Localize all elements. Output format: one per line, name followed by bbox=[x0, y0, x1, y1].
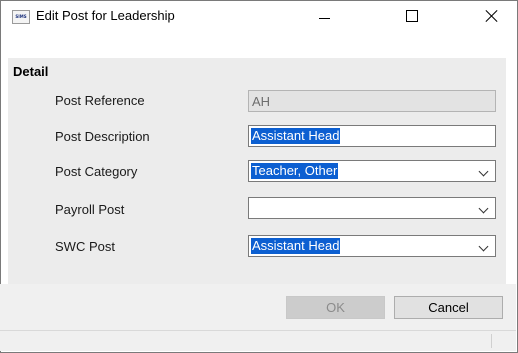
maximize-button[interactable] bbox=[389, 1, 435, 31]
close-button[interactable] bbox=[469, 1, 515, 31]
window-title: Edit Post for Leadership bbox=[36, 8, 175, 23]
post-reference-value: AH bbox=[252, 94, 271, 109]
chevron-down-icon bbox=[478, 241, 489, 252]
post-description-value: Assistant Head bbox=[251, 128, 341, 144]
post-reference-label: Post Reference bbox=[55, 93, 145, 108]
cancel-button[interactable]: Cancel bbox=[394, 296, 503, 319]
post-description-input[interactable]: Assistant Head bbox=[248, 125, 496, 147]
swc-post-label: SWC Post bbox=[55, 239, 115, 254]
maximize-icon bbox=[406, 10, 418, 22]
chevron-down-icon bbox=[478, 166, 489, 177]
title-bar[interactable]: SIMS Edit Post for Leadership bbox=[1, 1, 517, 31]
ok-button[interactable]: OK bbox=[286, 296, 385, 319]
minimize-icon bbox=[318, 17, 330, 19]
status-separator bbox=[491, 334, 492, 348]
chevron-down-icon bbox=[478, 203, 489, 214]
post-category-label: Post Category bbox=[55, 164, 138, 179]
post-reference-field: AH bbox=[248, 90, 496, 112]
swc-post-dropdown[interactable]: Assistant Head bbox=[248, 235, 496, 257]
sims-app-icon: SIMS bbox=[12, 10, 30, 24]
detail-section-header: Detail bbox=[13, 64, 49, 79]
post-category-value: Teacher, Other bbox=[251, 163, 339, 179]
swc-post-value: Assistant Head bbox=[251, 238, 341, 254]
status-divider bbox=[0, 330, 516, 331]
payroll-post-label: Payroll Post bbox=[55, 202, 125, 217]
payroll-post-dropdown[interactable] bbox=[248, 197, 496, 219]
post-description-label: Post Description bbox=[55, 129, 150, 144]
close-icon bbox=[485, 9, 499, 23]
minimize-button[interactable] bbox=[301, 1, 347, 31]
post-category-dropdown[interactable]: Teacher, Other bbox=[248, 160, 496, 182]
